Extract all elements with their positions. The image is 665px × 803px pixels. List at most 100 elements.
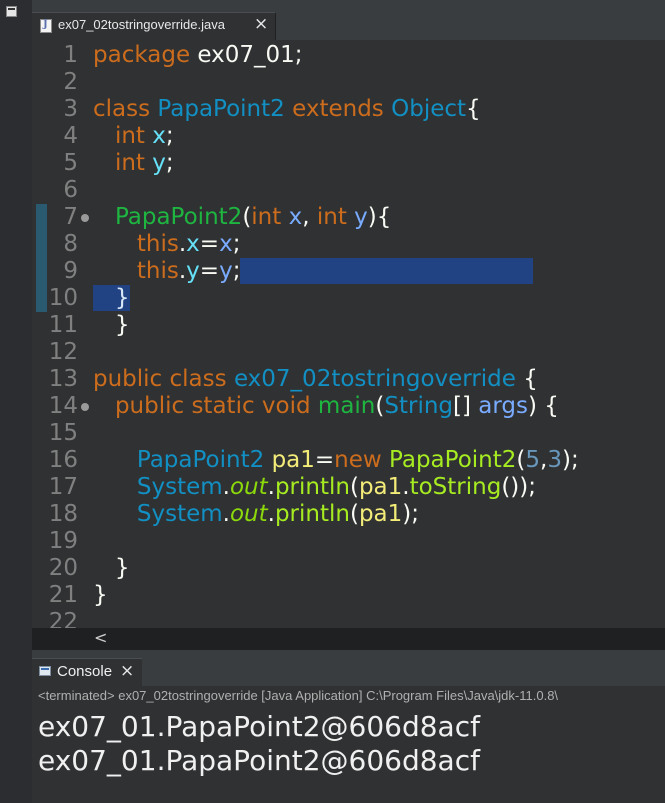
code-token: static	[191, 393, 255, 419]
code-token: {	[515, 366, 538, 392]
code-token: x	[152, 123, 166, 149]
code-token: class	[169, 366, 227, 392]
line-number: 15	[48, 420, 78, 446]
code-token: x	[219, 231, 233, 257]
code-line: public static void main(String[] args) {	[93, 393, 559, 420]
text-selection	[240, 258, 533, 284]
line-number: 6	[63, 177, 78, 203]
code-line: PapaPoint2(int x, int y){	[93, 204, 391, 231]
code-token: ) {	[528, 393, 559, 419]
left-panel-strip	[0, 0, 32, 803]
code-token: pa1	[358, 501, 403, 527]
code-line: }	[93, 555, 130, 582]
line-number: 10	[48, 285, 78, 311]
code-token: int	[316, 204, 347, 230]
code-line: this.x=x;	[93, 231, 241, 258]
code-token: void	[261, 393, 311, 419]
code-token: System	[136, 501, 223, 527]
code-token: }	[93, 312, 130, 338]
code-token: );	[561, 447, 579, 473]
code-token: public	[114, 393, 185, 419]
code-line: }	[93, 582, 108, 609]
editor-tab[interactable]: J ex07_02tostringoverride.java ×	[32, 12, 276, 40]
code-token: x	[186, 231, 200, 257]
scroll-left-arrow-icon[interactable]: <	[94, 628, 107, 647]
code-line: this.y=y;	[93, 258, 533, 285]
code-token: String	[384, 393, 454, 419]
code-token: out	[229, 474, 268, 500]
code-token: 3	[547, 447, 562, 473]
horizontal-scrollbar[interactable]: <	[32, 628, 665, 650]
line-number: 14	[48, 393, 78, 419]
code-token: =	[199, 231, 220, 257]
code-token: PapaPoint2	[389, 447, 517, 473]
code-editor[interactable]: 1 package ex07_01; 2 3 class PapaPoint2 exte…	[32, 40, 665, 628]
line-number: 7	[63, 204, 78, 230]
console-output-line: ex07_01.PapaPoint2@606d8acf	[38, 710, 480, 743]
code-token: PapaPoint2	[136, 447, 265, 473]
code-token: this	[136, 231, 179, 257]
code-token: .	[222, 474, 230, 500]
console-tab-bar: Console ×	[32, 650, 665, 686]
editor-tab-bar: J ex07_02tostringoverride.java ×	[32, 0, 665, 40]
console-status: <terminated> ex07_02tostringoverride [Ja…	[38, 688, 559, 703]
code-token: (	[349, 501, 359, 527]
code-token: (	[242, 204, 252, 230]
close-icon[interactable]: ×	[254, 14, 268, 34]
line-number: 20	[48, 555, 78, 581]
code-token: new	[334, 447, 382, 473]
line-number: 13	[48, 366, 78, 392]
minimized-view-icon[interactable]	[6, 6, 17, 17]
line-number: 22	[48, 609, 78, 628]
console-icon	[39, 666, 51, 676]
code-line: public class ex07_02tostringoverride {	[93, 366, 538, 393]
code-token: extends	[292, 96, 384, 122]
code-token: args	[478, 393, 529, 419]
code-token: int	[251, 204, 282, 230]
console-output-line: ex07_01.PapaPoint2@606d8acf	[38, 744, 480, 777]
close-icon[interactable]: ×	[120, 661, 134, 681]
console-view[interactable]: <terminated> ex07_02tostringoverride [Ja…	[32, 686, 665, 803]
code-line: System.out.println(pa1.toString());	[93, 474, 536, 501]
code-token: println	[274, 474, 350, 500]
code-token: Object	[391, 96, 467, 122]
code-token: =	[314, 447, 335, 473]
fold-toggle-icon[interactable]	[81, 214, 89, 222]
code-token: class	[93, 96, 151, 122]
code-token: package	[93, 42, 191, 68]
code-token: {	[466, 96, 481, 122]
console-tab[interactable]: Console ×	[32, 658, 142, 686]
line-number: 11	[48, 312, 78, 338]
code-token: ex07_02tostringoverride	[233, 366, 516, 392]
code-token: =	[199, 258, 220, 284]
editor-tab-title: ex07_02tostringoverride.java	[58, 17, 225, 32]
code-token: out	[229, 501, 268, 527]
code-token: ;	[232, 231, 241, 257]
code-line: class PapaPoint2 extends Object{	[93, 96, 481, 123]
code-line: int x;	[93, 123, 174, 150]
code-token: ;	[165, 150, 174, 176]
line-number: 12	[48, 339, 78, 365]
code-token: int	[114, 123, 145, 149]
code-token: public	[93, 366, 163, 392]
code-token: y	[219, 258, 233, 284]
code-token: y	[354, 204, 368, 230]
code-token: .	[222, 501, 230, 527]
line-number: 16	[48, 447, 78, 473]
line-number: 19	[48, 528, 78, 554]
line-number: 8	[63, 231, 78, 257]
line-number: 4	[63, 123, 78, 149]
fold-toggle-icon[interactable]	[81, 403, 89, 411]
code-token: .	[402, 474, 410, 500]
